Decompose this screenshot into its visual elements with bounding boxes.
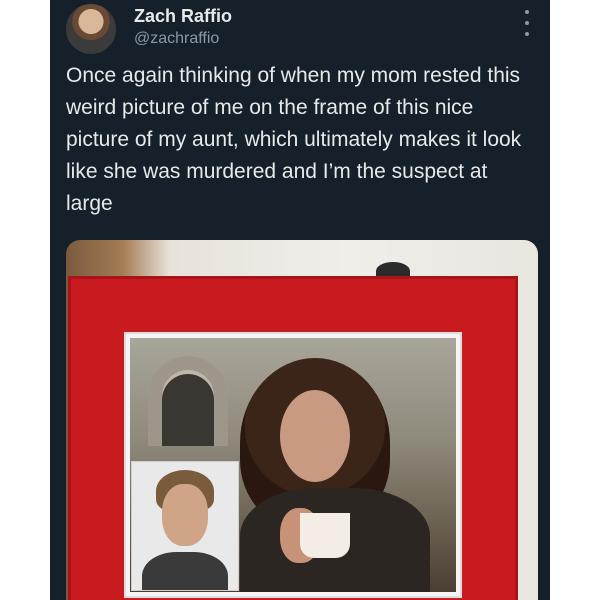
tweet-text: Once again thinking of when my mom reste…	[66, 64, 522, 215]
arch-doorway	[162, 374, 214, 446]
tweet-card: Zach Raffio @zachraffio Once again think…	[50, 0, 550, 600]
more-vertical-icon[interactable]	[524, 10, 530, 36]
more-dot	[525, 10, 529, 14]
red-picture-frame	[68, 276, 518, 600]
aunt-face	[280, 390, 350, 482]
suspect-photo	[132, 462, 238, 590]
suspect-shirt	[142, 552, 228, 590]
author-handle[interactable]: @zachraffio	[134, 30, 219, 48]
avatar[interactable]	[66, 4, 116, 54]
author-name[interactable]: Zach Raffio	[134, 6, 232, 27]
suspect-face	[162, 484, 208, 546]
coffee-cup	[300, 513, 350, 558]
frame-mat	[124, 332, 462, 598]
more-dot	[525, 21, 529, 25]
tweet-media-photo[interactable]	[66, 240, 538, 600]
more-dot	[525, 32, 529, 36]
